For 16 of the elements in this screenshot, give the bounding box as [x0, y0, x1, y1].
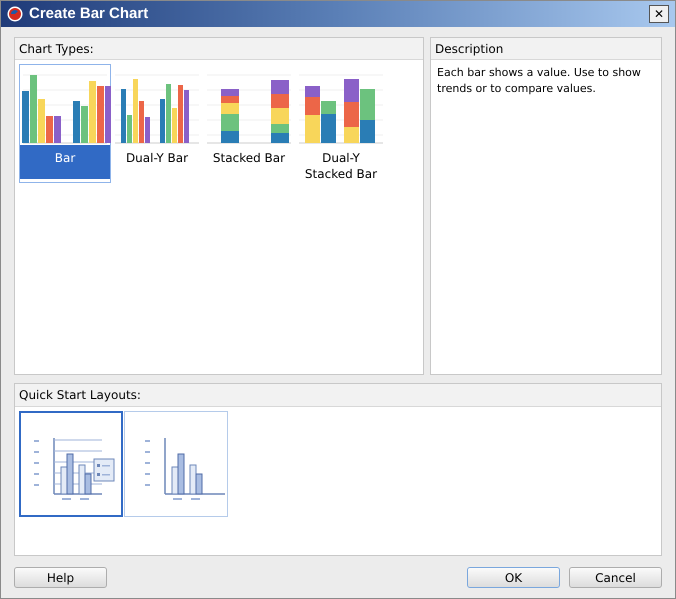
panel-header: Chart Types: [15, 38, 423, 60]
close-button[interactable]: ✕ [649, 5, 669, 23]
chart-type-option[interactable]: Bar [19, 64, 111, 183]
panel-header: Description [431, 38, 661, 60]
description-text: Each bar shows a value. Use to show trends or to compare values. [436, 65, 642, 97]
dialog-button[interactable]: OK [467, 567, 560, 588]
chart-type-option[interactable]: Dual-Y Stacked Bar [295, 64, 387, 183]
layout-option[interactable] [19, 411, 123, 517]
dialog-button[interactable]: Cancel [569, 567, 662, 588]
dialog-button[interactable]: Help [14, 567, 107, 588]
chart-type-option[interactable]: Stacked Bar [203, 64, 295, 183]
window-title: Create Bar Chart [29, 4, 150, 24]
app-logo-icon [7, 6, 23, 22]
panel-header: Quick Start Layouts: [15, 384, 661, 407]
chart-type-option[interactable]: Dual-Y Bar [111, 64, 203, 183]
layout-option[interactable] [124, 411, 228, 517]
